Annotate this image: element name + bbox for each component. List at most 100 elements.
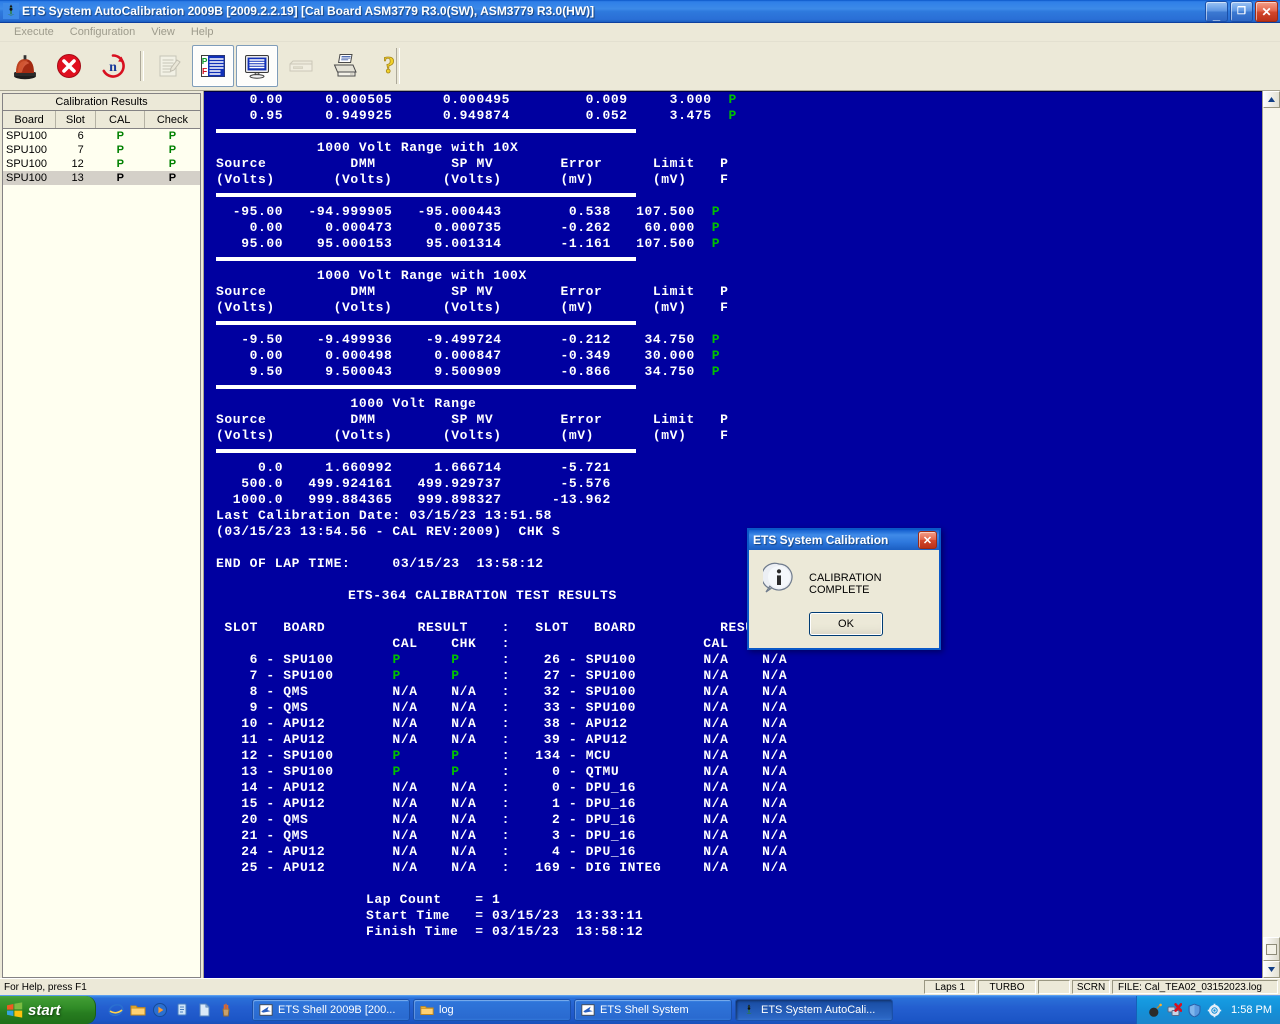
results-grid: Calibration Results Board Slot CAL Check… bbox=[2, 93, 201, 978]
taskbar-clock[interactable]: 1:58 PM bbox=[1231, 1004, 1272, 1016]
dialog-close-icon: ✕ bbox=[922, 534, 933, 547]
close-icon: ✕ bbox=[1261, 4, 1272, 19]
toolbar-drive-button[interactable] bbox=[280, 45, 322, 87]
cell-check: P bbox=[168, 144, 177, 156]
dialog-close-button[interactable]: ✕ bbox=[918, 531, 937, 549]
toolbar-separator-1 bbox=[140, 51, 144, 81]
svg-text:n: n bbox=[109, 60, 117, 75]
taskbar-task-3[interactable]: ETS Shell System bbox=[574, 999, 732, 1021]
taskbar-task-1[interactable]: ETS Shell 2009B [200... bbox=[252, 999, 410, 1021]
results-grid-header: Board Slot CAL Check bbox=[3, 111, 200, 129]
svg-text:?: ? bbox=[383, 53, 395, 79]
cell-slot: 7 bbox=[77, 144, 84, 156]
vertical-scrollbar[interactable] bbox=[1262, 91, 1280, 978]
edit-log-icon bbox=[155, 52, 183, 80]
start-button-label: start bbox=[28, 1001, 61, 1019]
shield-icon[interactable] bbox=[1187, 1003, 1202, 1018]
toolbar-edit-log-button[interactable] bbox=[148, 45, 190, 87]
restore-icon: ❐ bbox=[1237, 5, 1246, 17]
terminal-area: 0.00 0.000505 0.000495 0.009 3.000 P 0.9… bbox=[204, 91, 1280, 978]
column-header-slot[interactable]: Slot bbox=[56, 111, 96, 128]
toolbar-display-button[interactable] bbox=[236, 45, 278, 87]
cell-check: P bbox=[168, 130, 177, 142]
cell-cal: P bbox=[116, 158, 124, 170]
alarm-beacon-icon bbox=[10, 51, 40, 81]
scroll-down-button[interactable] bbox=[1263, 961, 1280, 978]
dialog-title: ETS System Calibration bbox=[753, 533, 889, 547]
restore-button[interactable]: ❐ bbox=[1230, 1, 1253, 22]
status-file: FILE: Cal_TEA02_03152023.log bbox=[1112, 980, 1278, 994]
svg-text:F: F bbox=[202, 66, 207, 76]
taskbar: start ETS Shell 2009B [200... log ETS Shel… bbox=[0, 995, 1280, 1024]
start-button[interactable]: start bbox=[0, 996, 96, 1024]
taskbar-task-label: ETS System AutoCali... bbox=[761, 1004, 876, 1016]
display-monitor-icon bbox=[243, 52, 271, 80]
scrollbar-grip-icon bbox=[1266, 943, 1277, 955]
column-header-board[interactable]: Board bbox=[3, 111, 57, 128]
cell-cal: P bbox=[116, 130, 124, 142]
menu-item-help[interactable]: Help bbox=[183, 25, 222, 39]
toolbar-help-button[interactable]: ? bbox=[368, 45, 410, 87]
folder-icon[interactable] bbox=[130, 1002, 146, 1018]
title-bar: ETS System AutoCalibration 2009B [2009.2… bbox=[0, 0, 1280, 23]
results-grid-title: Calibration Results bbox=[3, 94, 200, 111]
scrollbar-thumb[interactable] bbox=[1263, 937, 1280, 961]
cell-slot: 13 bbox=[71, 172, 84, 184]
table-row[interactable]: SPU100 7 P P bbox=[3, 143, 200, 157]
document-icon[interactable] bbox=[196, 1002, 212, 1018]
menu-item-configuration[interactable]: Configuration bbox=[62, 25, 143, 39]
cell-board: SPU100 bbox=[6, 172, 47, 184]
table-row[interactable]: SPU100 13 P P bbox=[3, 171, 200, 185]
printer-icon bbox=[331, 52, 359, 80]
system-tray: 1:58 PM bbox=[1136, 996, 1280, 1024]
main-body: Calibration Results Board Slot CAL Check… bbox=[0, 91, 1280, 978]
ets-shell-icon bbox=[259, 1003, 273, 1017]
toolbar-loop-button[interactable]: n bbox=[92, 45, 134, 87]
show-desktop-icon[interactable] bbox=[174, 1002, 190, 1018]
scroll-up-button[interactable] bbox=[1263, 91, 1280, 108]
settings-gear-icon[interactable] bbox=[1207, 1003, 1222, 1018]
toolbar-print-button[interactable] bbox=[324, 45, 366, 87]
toolbar-alarm-button[interactable] bbox=[4, 45, 46, 87]
taskbar-task-list: ETS Shell 2009B [200... log ETS Shell Syst… bbox=[252, 999, 1136, 1021]
quick-launch-bar bbox=[100, 1002, 242, 1018]
dialog-ok-button[interactable]: OK bbox=[809, 612, 883, 636]
column-header-check[interactable]: Check bbox=[145, 111, 200, 128]
status-laps: Laps 1 bbox=[924, 980, 976, 994]
close-button[interactable]: ✕ bbox=[1255, 1, 1278, 22]
toolbar: n P F ? bbox=[0, 42, 1280, 91]
table-row[interactable]: SPU100 12 P P bbox=[3, 157, 200, 171]
toolbar-stop-button[interactable] bbox=[48, 45, 90, 87]
dialog-body: CALIBRATION COMPLETE OK bbox=[749, 550, 939, 648]
menu-item-view[interactable]: View bbox=[143, 25, 183, 39]
taskbar-task-label: ETS Shell System bbox=[600, 1004, 689, 1016]
minimize-icon: _ bbox=[1212, 7, 1221, 22]
network-error-icon[interactable] bbox=[1167, 1002, 1183, 1018]
results-grid-empty-area bbox=[3, 185, 200, 977]
ets-shell-icon bbox=[581, 1003, 595, 1017]
info-icon bbox=[763, 562, 795, 594]
taskbar-task-2[interactable]: log bbox=[413, 999, 571, 1021]
windows-flag-icon bbox=[6, 1002, 23, 1018]
table-row[interactable]: SPU100 6 P P bbox=[3, 129, 200, 143]
status-turbo: TURBO bbox=[978, 980, 1036, 994]
cell-slot: 6 bbox=[77, 130, 84, 142]
column-header-cal[interactable]: CAL bbox=[96, 111, 145, 128]
bomb-icon[interactable] bbox=[1147, 1003, 1162, 1018]
calibration-log-terminal[interactable]: 0.00 0.000505 0.000495 0.009 3.000 P 0.9… bbox=[204, 91, 1262, 978]
cell-board: SPU100 bbox=[6, 158, 47, 170]
status-scrn: SCRN bbox=[1072, 980, 1110, 994]
application-window: ETS System AutoCalibration 2009B [2009.2… bbox=[0, 0, 1280, 1024]
menu-item-execute[interactable]: Execute bbox=[6, 25, 62, 39]
internet-explorer-icon[interactable] bbox=[108, 1002, 124, 1018]
svg-text:P: P bbox=[202, 56, 208, 66]
pass-fail-report-icon: P F bbox=[199, 52, 227, 80]
results-rows-container: SPU100 6 P P SPU100 7 P P SPU100 12 P P SPU100 13 P P bbox=[3, 129, 200, 185]
scrollbar-track[interactable] bbox=[1263, 108, 1280, 961]
cell-board: SPU100 bbox=[6, 144, 47, 156]
pencil-cup-icon[interactable] bbox=[218, 1002, 234, 1018]
minimize-button[interactable]: _ bbox=[1205, 1, 1228, 22]
taskbar-task-4[interactable]: ETS System AutoCali... bbox=[735, 999, 893, 1021]
toolbar-pass-fail-report-button[interactable]: P F bbox=[192, 45, 234, 87]
media-player-icon[interactable] bbox=[152, 1002, 168, 1018]
